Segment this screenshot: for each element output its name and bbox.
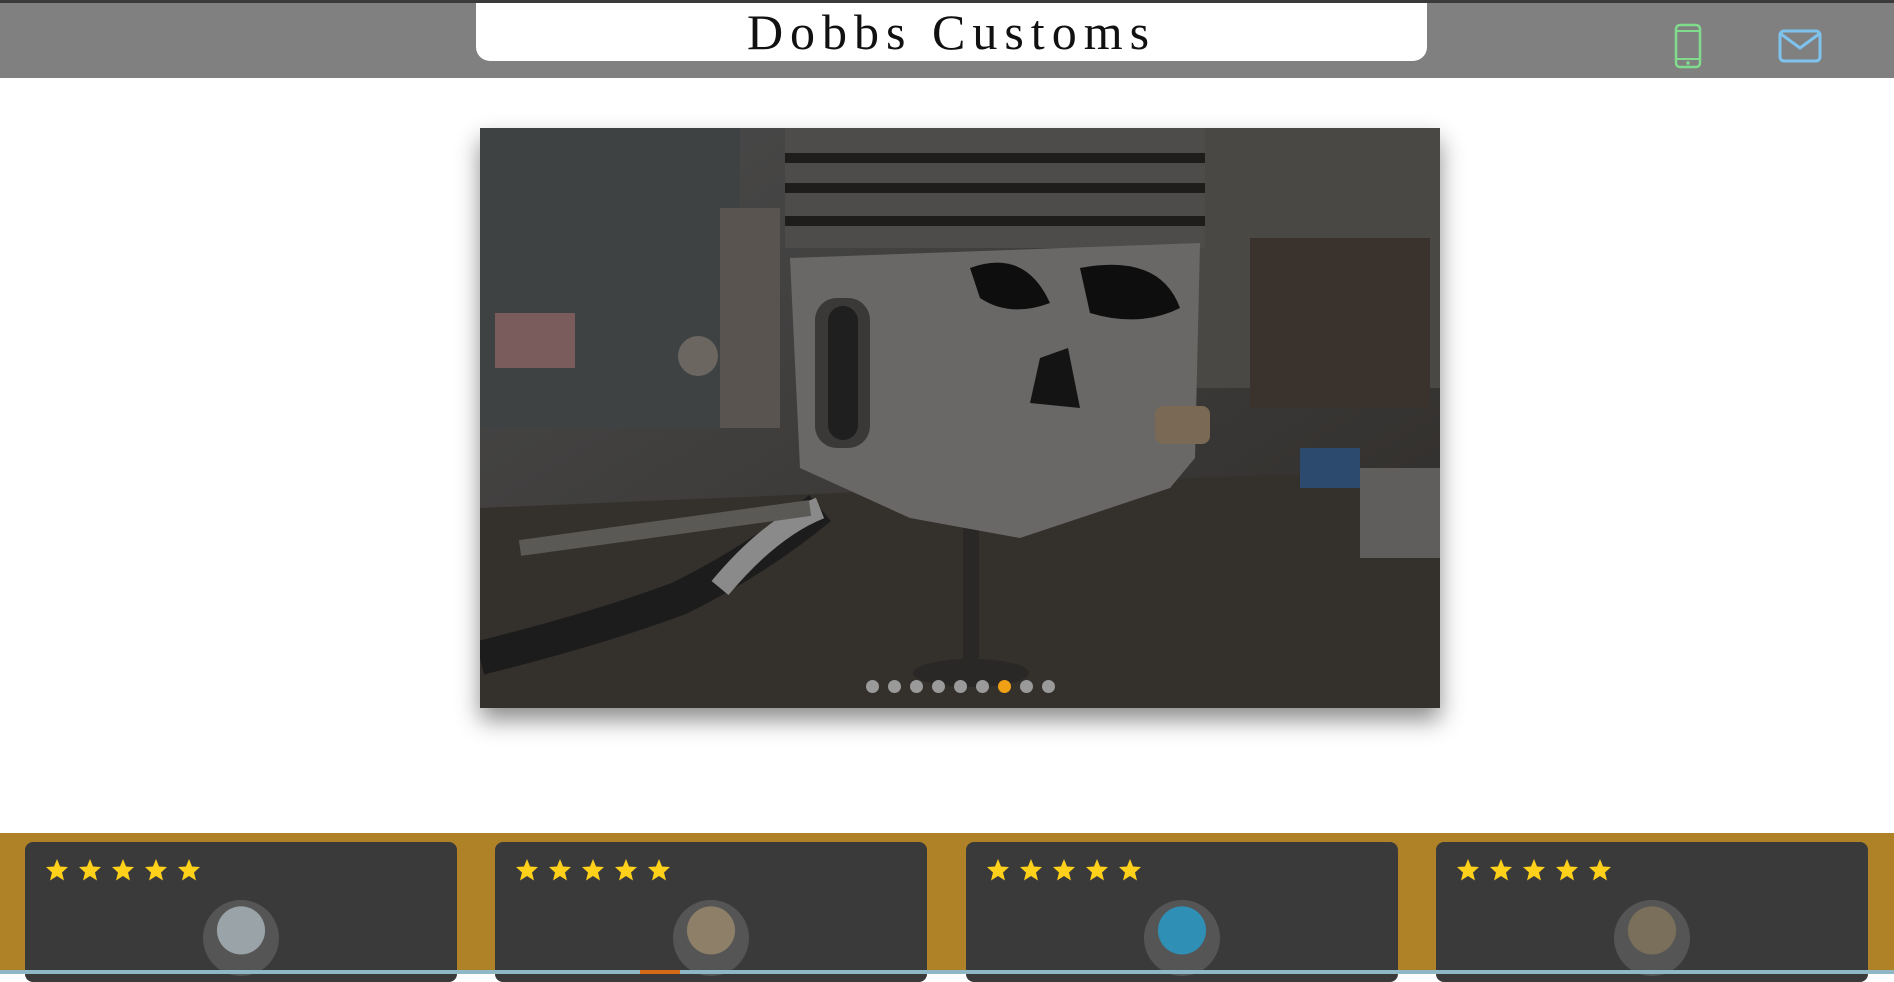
reviews-section — [0, 833, 1894, 982]
slider-dot[interactable] — [953, 680, 967, 693]
star-icon — [1086, 859, 1108, 881]
slider-dot[interactable] — [1041, 680, 1055, 693]
star-icon — [1490, 859, 1512, 881]
slider-photo — [480, 128, 1440, 708]
slider-dot[interactable] — [865, 680, 879, 693]
star-rating — [45, 858, 201, 882]
star-icon — [987, 859, 1009, 881]
star-icon — [46, 859, 68, 881]
review-card[interactable] — [495, 842, 927, 982]
phone-button[interactable] — [1663, 21, 1713, 71]
slider-dot[interactable] — [887, 680, 901, 693]
star-icon — [145, 859, 167, 881]
star-icon — [582, 859, 604, 881]
slider-dot[interactable] — [931, 680, 945, 693]
star-icon — [1589, 859, 1611, 881]
reviewer-avatar — [203, 900, 279, 976]
top-bar: Dobbs Customs — [0, 0, 1894, 78]
slider-dots — [480, 680, 1440, 693]
slider-dot[interactable] — [1019, 680, 1033, 693]
slider-dot[interactable] — [975, 680, 989, 693]
star-icon — [1053, 859, 1075, 881]
image-slider[interactable] — [480, 128, 1440, 708]
mail-icon — [1778, 29, 1822, 63]
star-icon — [516, 859, 538, 881]
star-icon — [1457, 859, 1479, 881]
star-rating — [1456, 858, 1612, 882]
slider-dot[interactable] — [909, 680, 923, 693]
star-icon — [178, 859, 200, 881]
star-rating — [515, 858, 671, 882]
star-rating — [986, 858, 1142, 882]
star-icon — [112, 859, 134, 881]
reviewer-avatar — [1614, 900, 1690, 976]
star-icon — [1523, 859, 1545, 881]
bottom-border — [0, 970, 1894, 974]
reviewer-avatar — [673, 900, 749, 976]
star-icon — [549, 859, 571, 881]
bottom-accent — [640, 970, 680, 974]
review-card[interactable] — [1436, 842, 1868, 982]
review-card[interactable] — [25, 842, 457, 982]
site-title[interactable]: Dobbs Customs — [747, 3, 1156, 61]
star-icon — [1119, 859, 1141, 881]
star-icon — [1020, 859, 1042, 881]
email-button[interactable] — [1775, 21, 1825, 71]
star-icon — [615, 859, 637, 881]
star-icon — [79, 859, 101, 881]
phone-icon — [1674, 23, 1702, 69]
star-icon — [1556, 859, 1578, 881]
reviewer-avatar — [1144, 900, 1220, 976]
review-card[interactable] — [966, 842, 1398, 982]
slider-dot[interactable] — [997, 680, 1011, 693]
star-icon — [648, 859, 670, 881]
site-title-box: Dobbs Customs — [476, 3, 1427, 61]
